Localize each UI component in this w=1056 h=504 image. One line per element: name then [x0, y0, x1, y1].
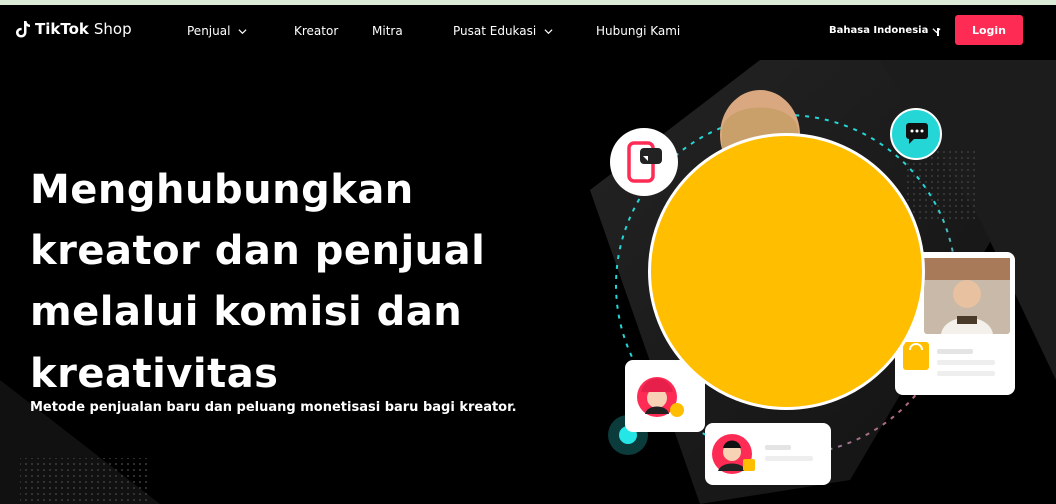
hero-headline: Menghubungkan kreator dan penjual melalu…: [30, 160, 550, 405]
nav-item-pusat-edukasi[interactable]: Pusat Edukasi: [453, 24, 553, 38]
headline-line: kreativitas: [30, 350, 279, 397]
language-selector[interactable]: Bahasa Indonesia: [829, 25, 941, 36]
nav-item-penjual[interactable]: Penjual: [187, 24, 247, 38]
seller-card: [705, 423, 831, 485]
nav-item-label: Mitra: [372, 24, 403, 38]
headline-line: kreator dan penjual: [30, 228, 486, 275]
nav-item-label: Kreator: [294, 24, 339, 38]
logo-brand: TikTok: [35, 20, 89, 38]
nav-divider: [937, 28, 939, 36]
nav-item-label: Penjual: [187, 24, 231, 38]
top-navigation: TikTok Shop Penjual Kreator Mitra Pusat …: [0, 5, 1056, 55]
hero-subheadline: Metode penjualan baru dan peluang moneti…: [30, 400, 517, 415]
tiktok-shop-logo[interactable]: TikTok Shop: [16, 20, 132, 38]
nav-item-hubungi-kami[interactable]: Hubungi Kami: [596, 24, 680, 38]
phone-icon: [610, 128, 678, 196]
nav-item-kreator[interactable]: Kreator: [294, 24, 338, 38]
chat-icon: [890, 108, 942, 160]
tiktok-note-icon: [16, 21, 30, 38]
nav-item-label: Hubungi Kami: [596, 24, 681, 38]
language-label: Bahasa Indonesia: [829, 25, 929, 36]
chevron-down-icon: [544, 28, 553, 34]
nav-item-mitra[interactable]: Mitra: [372, 24, 403, 38]
nav-item-label: Pusat Edukasi: [453, 24, 537, 38]
logo-product: Shop: [93, 20, 132, 38]
headline-line: melalui komisi dan: [30, 289, 463, 336]
headline-line: Menghubungkan: [30, 167, 414, 213]
highlight-circle: [648, 133, 925, 410]
login-button[interactable]: Login: [955, 15, 1023, 45]
chevron-down-icon: [238, 28, 247, 34]
dot-pattern: [20, 458, 150, 504]
